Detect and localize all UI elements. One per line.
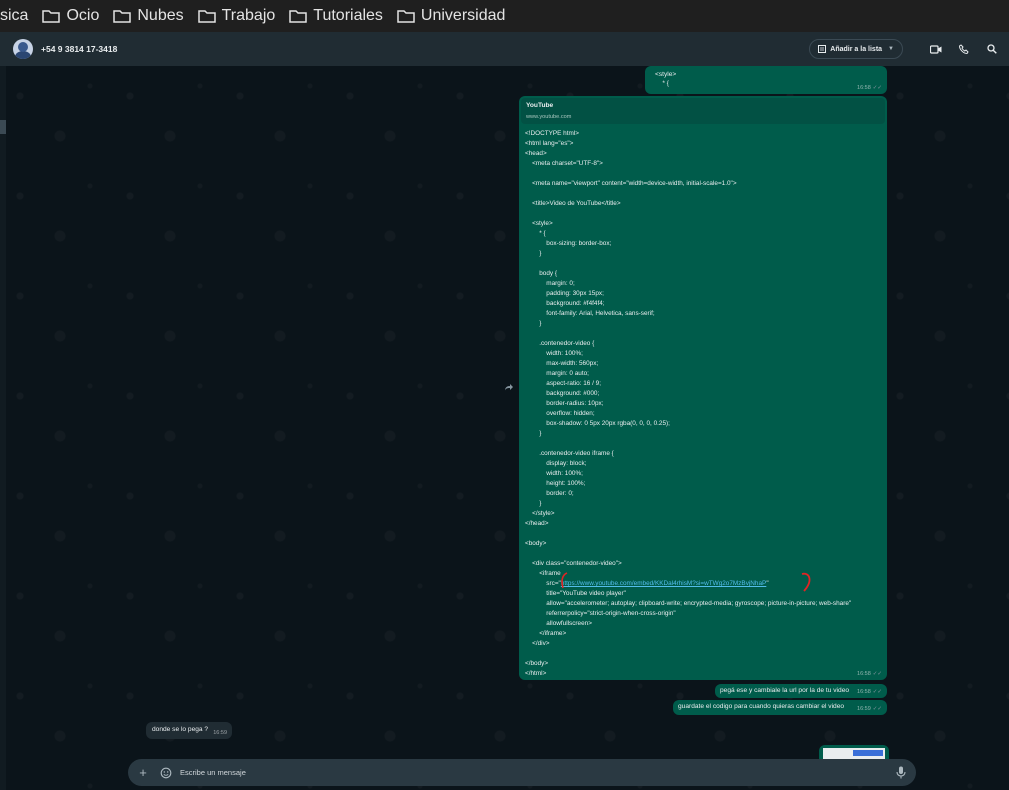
message-composer: + — [128, 759, 916, 786]
plus-icon: + — [139, 765, 147, 780]
outgoing-message[interactable]: pegá ese y cambiale la url por la de tu … — [715, 684, 887, 698]
bookmark-folder[interactable]: Trabajo — [197, 0, 276, 32]
folder-icon — [289, 10, 308, 23]
add-to-list-button[interactable]: Añadir a la lista ▼ — [809, 39, 903, 59]
phone-icon — [959, 44, 969, 54]
search-button[interactable] — [985, 42, 999, 56]
code-text: <!DOCTYPE html> <html lang="es"> <head> … — [525, 130, 737, 587]
message-input[interactable] — [180, 768, 880, 777]
folder-icon — [397, 10, 415, 23]
outgoing-message[interactable]: YouTube www.youtube.com <!DOCTYPE html> … — [519, 96, 887, 680]
bookmark-folder[interactable]: Ocio — [42, 0, 99, 32]
message-text: <style> * { — [655, 71, 677, 87]
bookmark-label: Trabajo — [221, 7, 276, 24]
bookmark-label: Nubes — [137, 7, 184, 24]
bookmark-label: Universidad — [420, 7, 506, 24]
message-time: 16:58 ✓✓ — [857, 85, 882, 91]
link-preview-url: www.youtube.com — [526, 114, 572, 120]
video-camera-icon — [930, 44, 942, 54]
bookmark-folder[interactable]: Nubes — [113, 0, 184, 32]
folder-icon — [113, 10, 132, 23]
double-check-icon: ✓✓ — [872, 671, 882, 677]
bookmarks-bar: sica Ocio Nubes Trabajo Tutoriales Unive… — [0, 0, 1009, 32]
video-call-button[interactable] — [929, 42, 943, 56]
double-check-icon: ✓✓ — [872, 706, 882, 712]
embed-link[interactable]: https://www.youtube.com/embed/KKDal4rhis… — [561, 580, 766, 587]
microphone-icon[interactable] — [895, 766, 907, 779]
sticker-icon[interactable] — [160, 767, 172, 779]
folder-icon — [42, 10, 61, 23]
bookmark-label: Tutoriales — [313, 7, 383, 24]
double-check-icon: ✓✓ — [872, 85, 882, 91]
message-code-block: <!DOCTYPE html> <html lang="es"> <head> … — [521, 124, 885, 684]
bookmark-folder[interactable]: Tutoriales — [289, 0, 383, 32]
message-text: guardate el codigo para cuando quieras c… — [678, 703, 845, 710]
incoming-message[interactable]: donde se lo pega ? 16:59 — [146, 722, 232, 739]
forward-icon[interactable] — [504, 382, 514, 392]
search-icon — [987, 44, 997, 54]
red-bracket-annotation — [801, 572, 811, 592]
outgoing-message[interactable]: guardate el codigo para cuando quieras c… — [673, 700, 887, 715]
add-to-list-label: Añadir a la lista — [830, 45, 883, 53]
message-text: donde se lo pega ? — [152, 726, 209, 733]
link-preview[interactable]: YouTube www.youtube.com — [521, 98, 885, 124]
folder-icon — [197, 10, 216, 23]
message-text: pegá ese y cambiale la url por la de tu … — [720, 687, 850, 694]
message-time: 16:58 ✓✓ — [857, 671, 882, 677]
chevron-down-icon: ▼ — [888, 46, 894, 52]
list-icon — [818, 45, 827, 53]
contact-name[interactable]: +54 9 3814 17-3418 — [41, 44, 117, 54]
bookmark-label: Ocio — [66, 7, 100, 24]
bookmark-folder[interactable]: sica — [0, 0, 28, 32]
red-bracket-annotation — [561, 572, 568, 589]
bookmark-label: sica — [0, 7, 29, 24]
side-scrollbar[interactable] — [0, 66, 6, 790]
outgoing-message[interactable]: <style> * { 16:58 ✓✓ — [645, 66, 887, 94]
bookmark-folder[interactable]: Universidad — [397, 0, 505, 32]
voice-call-button[interactable] — [957, 42, 971, 56]
attach-button[interactable]: + — [136, 765, 150, 780]
chat-header: +54 9 3814 17-3418 Añadir a la lista ▼ — [0, 32, 1009, 66]
header-actions: Añadir a la lista ▼ — [809, 32, 999, 66]
message-time: 16:59 — [213, 730, 227, 736]
message-time: 16:58 ✓✓ — [857, 689, 882, 695]
link-preview-title: YouTube — [526, 102, 554, 109]
avatar[interactable] — [13, 39, 33, 59]
message-time: 16:59 ✓✓ — [857, 706, 882, 712]
double-check-icon: ✓✓ — [872, 689, 882, 695]
